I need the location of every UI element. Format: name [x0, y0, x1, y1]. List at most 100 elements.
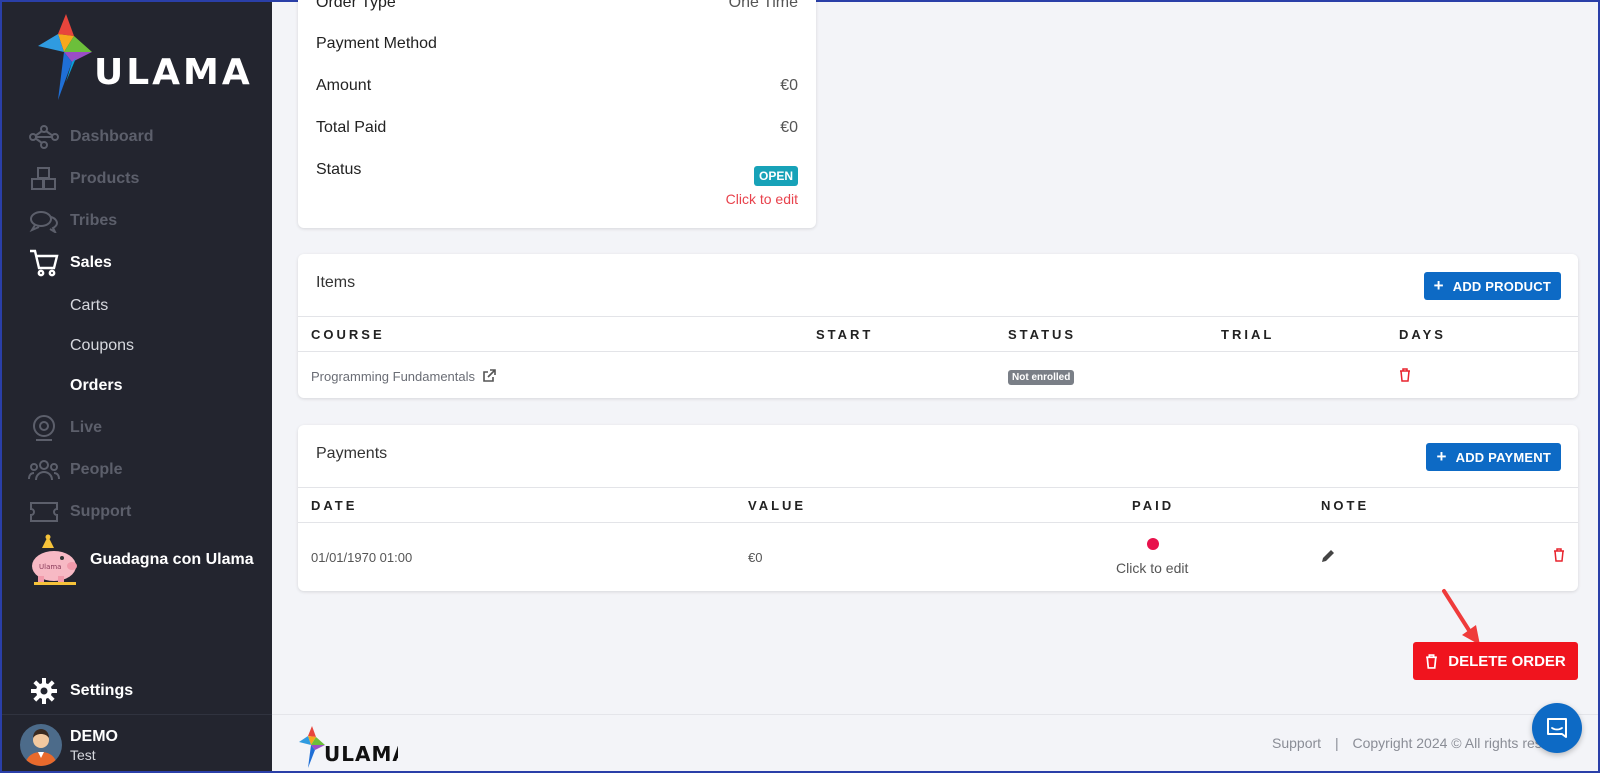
- nav-sub-coupons[interactable]: Coupons: [70, 337, 134, 355]
- nav-sub-orders[interactable]: Orders: [70, 377, 122, 395]
- add-product-button[interactable]: + ADD PRODUCT: [1423, 272, 1561, 300]
- cubes-icon: [28, 166, 60, 192]
- nav-label: Live: [70, 419, 103, 436]
- nav-sales[interactable]: Sales: [28, 248, 112, 278]
- origami-bird-icon: [299, 726, 325, 768]
- nav-label: People: [70, 461, 123, 478]
- delete-order-label: DELETE ORDER: [1448, 652, 1566, 670]
- col-days: DAYS: [1399, 327, 1446, 342]
- total-paid-row: Total Paid €0: [316, 119, 798, 137]
- col-value: VALUE: [748, 498, 807, 513]
- chat-icon: [28, 208, 60, 234]
- footer-support-link[interactable]: Support: [1272, 735, 1321, 751]
- total-paid-value: €0: [780, 119, 798, 136]
- gear-icon: [31, 678, 57, 704]
- nav-sub-carts[interactable]: Carts: [70, 297, 108, 315]
- footer-copyright: Copyright 2024 © All rights res: [1352, 735, 1542, 751]
- status-click-to-edit[interactable]: Click to edit: [726, 191, 798, 207]
- amount-row: Amount €0: [316, 77, 798, 95]
- nav-support[interactable]: Support: [28, 497, 131, 527]
- add-payment-button[interactable]: + ADD PAYMENT: [1426, 443, 1561, 471]
- add-payment-label: ADD PAYMENT: [1455, 449, 1551, 465]
- cart-icon: [28, 249, 60, 277]
- ticket-icon: [28, 499, 60, 525]
- logo-text: ULAMA: [94, 52, 253, 93]
- paid-click-to-edit[interactable]: Click to edit: [1116, 560, 1188, 576]
- settings-label: Settings: [70, 682, 134, 699]
- status-label: Status: [316, 161, 362, 178]
- footer: ULAMA Support | Copyright 2024 © All rig…: [272, 714, 1598, 771]
- delete-order-button[interactable]: DELETE ORDER: [1413, 642, 1578, 680]
- delete-item-icon[interactable]: [1399, 368, 1411, 387]
- nav-label: Support: [70, 503, 132, 520]
- col-paid: PAID: [1132, 498, 1175, 513]
- chat-icon: [1547, 718, 1567, 738]
- total-paid-label: Total Paid: [316, 119, 387, 136]
- annotation-arrow-icon: [1442, 589, 1480, 645]
- col-course: COURSE: [311, 327, 385, 342]
- course-name: Programming Fundamentals: [311, 369, 476, 384]
- user-subtitle: Test: [70, 747, 96, 763]
- nav-people[interactable]: People: [28, 455, 122, 485]
- items-card: Items + ADD PRODUCT COURSE START STATUS …: [298, 254, 1578, 398]
- col-date: DATE: [311, 498, 358, 513]
- enrollment-status-badge: Not enrolled: [1008, 370, 1075, 385]
- order-type-label: Order Type: [316, 0, 396, 11]
- network-icon: [28, 124, 60, 150]
- webcam-icon: [28, 415, 60, 441]
- footer-separator: |: [1334, 735, 1339, 751]
- nav-live[interactable]: Live: [28, 413, 102, 443]
- promo-earn-with-ulama[interactable]: Ulama Guadagna con Ulama: [28, 534, 254, 586]
- nav-dashboard[interactable]: Dashboard: [28, 122, 154, 152]
- edit-note-pencil-icon[interactable]: [1321, 549, 1335, 568]
- col-trial: TRIAL: [1221, 327, 1275, 342]
- chat-widget-button[interactable]: [1532, 703, 1582, 753]
- col-note: NOTE: [1321, 498, 1370, 513]
- col-start: START: [816, 327, 874, 342]
- footer-logo: ULAMA: [298, 725, 408, 773]
- status-badge: OPEN: [753, 166, 798, 186]
- items-title: Items: [316, 274, 356, 291]
- user-profile[interactable]: DEMO Test: [2, 714, 272, 771]
- payment-value: €0: [748, 550, 763, 565]
- nav-settings[interactable]: Settings: [30, 677, 133, 705]
- payments-table-header: DATE VALUE PAID NOTE: [298, 487, 1578, 523]
- delete-payment-icon[interactable]: [1553, 548, 1565, 567]
- payments-card: Payments + ADD PAYMENT DATE VALUE PAID N…: [298, 425, 1578, 591]
- items-table-header: COURSE START STATUS TRIAL DAYS: [298, 316, 1578, 352]
- nav-tribes[interactable]: Tribes: [28, 206, 117, 236]
- nav-label: Dashboard: [70, 128, 154, 145]
- course-link[interactable]: Programming Fundamentals: [311, 369, 496, 384]
- plus-icon: +: [1436, 447, 1447, 466]
- col-status: STATUS: [1008, 327, 1077, 342]
- piggy-sign: Ulama: [39, 563, 61, 571]
- footer-links: Support | Copyright 2024 © All rights re…: [1272, 735, 1542, 751]
- sidebar: ULAMA Dashboard Products Tribes Sales Ca…: [2, 2, 272, 771]
- order-summary-card: Order Type One Time Payment Method Amoun…: [298, 0, 816, 228]
- promo-label: Guadagna con Ulama: [90, 551, 254, 568]
- payment-method-row: Payment Method: [316, 35, 798, 53]
- trash-icon: [1425, 653, 1438, 669]
- payment-date: 01/01/1970 01:00: [311, 550, 413, 565]
- ulama-logo[interactable]: ULAMA: [36, 12, 250, 102]
- nav-label: Sales: [70, 254, 112, 271]
- add-product-label: ADD PRODUCT: [1452, 278, 1551, 294]
- footer-logo-text: ULAMA: [324, 742, 398, 766]
- nav-label: Tribes: [70, 212, 118, 229]
- plus-icon: +: [1433, 276, 1444, 295]
- order-type-row: Order Type One Time: [316, 0, 798, 12]
- people-icon: [28, 457, 60, 483]
- amount-value: €0: [780, 77, 798, 94]
- nav-products[interactable]: Products: [28, 164, 139, 194]
- order-type-value: One Time: [728, 0, 798, 11]
- nav-label: Products: [70, 170, 140, 187]
- paid-status-dot[interactable]: [1147, 538, 1159, 550]
- payments-title: Payments: [316, 445, 388, 462]
- amount-label: Amount: [316, 77, 372, 94]
- piggy-bank-icon: Ulama: [32, 534, 77, 585]
- payment-method-label: Payment Method: [316, 35, 437, 52]
- external-link-icon: [482, 369, 496, 382]
- avatar: [20, 724, 62, 766]
- status-row: Status: [316, 161, 798, 179]
- user-name: DEMO: [70, 728, 118, 745]
